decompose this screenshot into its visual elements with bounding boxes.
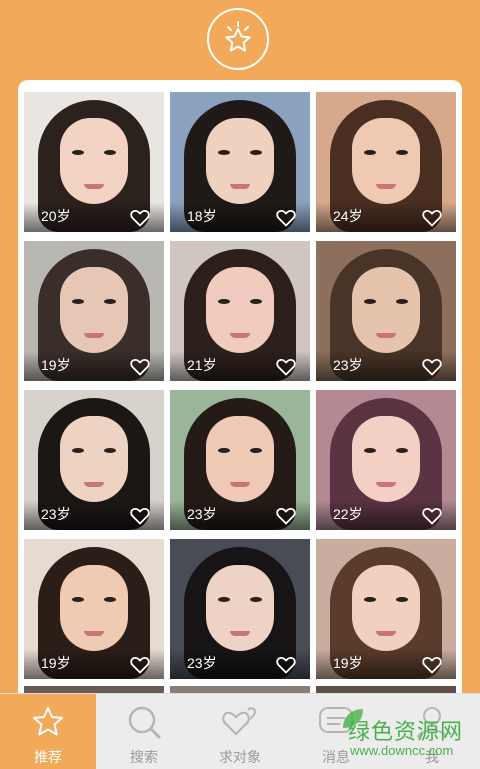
age-label: 23岁	[41, 506, 71, 522]
profile-card[interactable]: 18岁	[170, 92, 310, 232]
age-label: 24岁	[333, 208, 363, 224]
tab-search[interactable]: 搜索	[96, 694, 192, 769]
heart-icon[interactable]	[422, 209, 442, 227]
tab-label: 我	[425, 749, 439, 765]
heart-icon[interactable]	[422, 358, 442, 376]
age-label: 23岁	[187, 655, 217, 671]
person-icon	[417, 707, 447, 739]
profile-card[interactable]: 24岁	[316, 92, 456, 232]
heart-icon[interactable]	[422, 656, 442, 674]
tab-me[interactable]: 我	[384, 694, 480, 769]
profile-card[interactable]: 23岁	[316, 241, 456, 381]
age-label: 20岁	[41, 208, 71, 224]
age-label: 22岁	[333, 506, 363, 522]
heart-icon[interactable]	[130, 358, 150, 376]
heart-icon[interactable]	[130, 507, 150, 525]
profile-card[interactable]: 21岁	[170, 241, 310, 381]
chat-bubble-icon	[319, 707, 353, 733]
heart-icon[interactable]	[422, 507, 442, 525]
age-label: 21岁	[187, 357, 217, 373]
profile-card[interactable]: 19岁	[24, 539, 164, 679]
profile-card[interactable]: 23岁	[170, 539, 310, 679]
profile-card[interactable]: 19岁	[316, 539, 456, 679]
age-label: 18岁	[187, 208, 217, 224]
bottom-tab-bar: 推荐 搜索 求对象 消息 我	[0, 693, 480, 769]
recommend-panel: 20岁 18岁 24岁 19岁 21岁 23岁 23岁 23岁 22岁 19岁 23岁 19岁	[18, 80, 462, 700]
heart-icon[interactable]	[130, 656, 150, 674]
tab-messages[interactable]: 消息	[288, 694, 384, 769]
heart-icon[interactable]	[276, 507, 296, 525]
tab-recommend[interactable]: 推荐	[0, 694, 96, 769]
logo-star-badge	[207, 8, 269, 70]
heart-icon[interactable]	[130, 209, 150, 227]
tab-label: 推荐	[34, 749, 62, 765]
age-label: 19岁	[41, 655, 71, 671]
profile-card[interactable]: 23岁	[24, 390, 164, 530]
heart-icon[interactable]	[276, 358, 296, 376]
star-icon	[33, 707, 63, 736]
tab-label: 搜索	[130, 749, 158, 765]
tab-label: 求对象	[219, 749, 261, 765]
tab-label: 消息	[322, 749, 350, 765]
profile-card[interactable]: 20岁	[24, 92, 164, 232]
profile-card[interactable]: 19岁	[24, 241, 164, 381]
app-header	[0, 0, 480, 80]
age-label: 23岁	[187, 506, 217, 522]
age-label: 19岁	[41, 357, 71, 373]
age-label: 19岁	[333, 655, 363, 671]
tab-find-partner[interactable]: 求对象	[192, 694, 288, 769]
search-icon	[128, 706, 161, 739]
star-badge-icon	[225, 21, 251, 52]
hearts-icon	[222, 707, 257, 736]
age-label: 23岁	[333, 357, 363, 373]
profile-card[interactable]: 22岁	[316, 390, 456, 530]
heart-icon[interactable]	[276, 209, 296, 227]
profile-card[interactable]: 23岁	[170, 390, 310, 530]
heart-icon[interactable]	[276, 656, 296, 674]
